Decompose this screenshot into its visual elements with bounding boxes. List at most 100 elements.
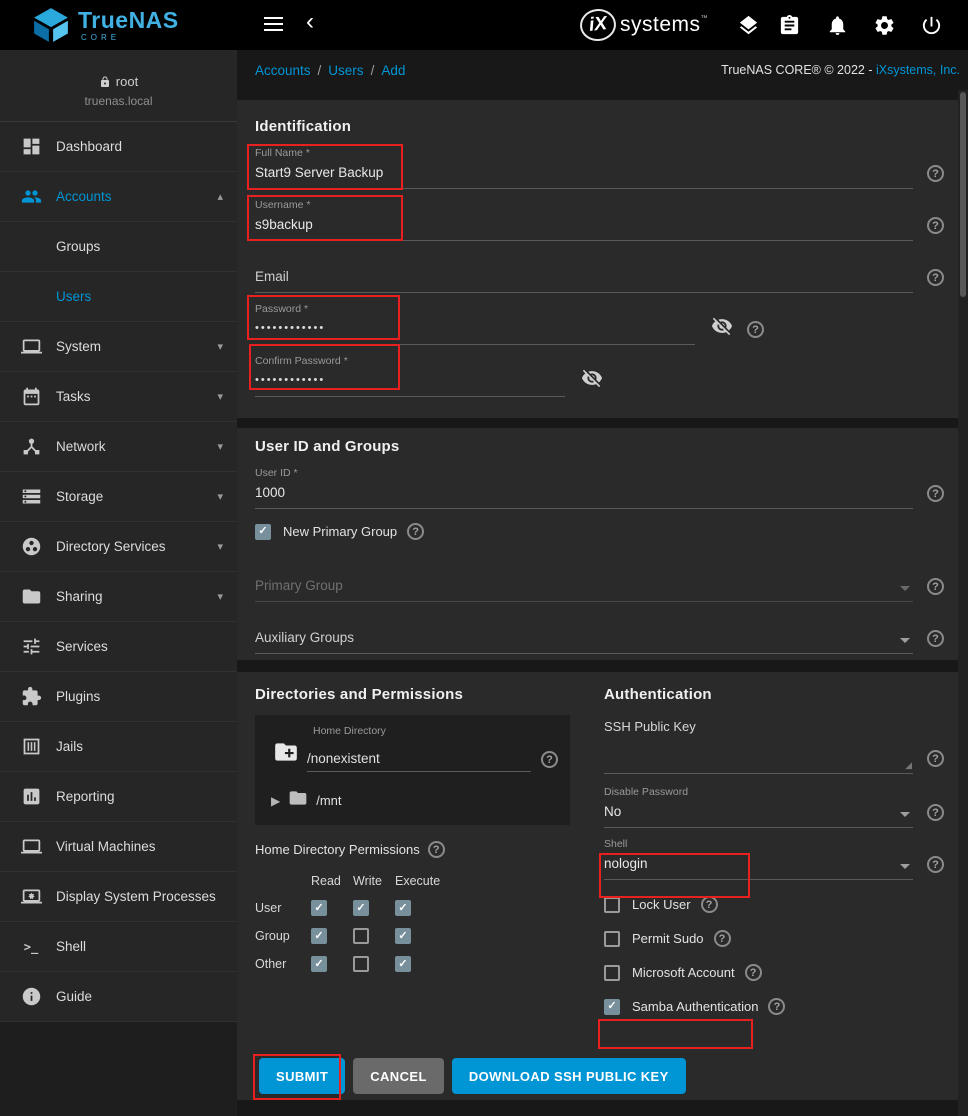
- user-id-field[interactable]: User ID * 1000: [255, 467, 913, 509]
- username-field[interactable]: Username * s9backup: [255, 199, 913, 241]
- form-actions: SUBMIT CANCEL DOWNLOAD SSH PUBLIC KEY: [255, 1058, 950, 1094]
- scrollbar-thumb[interactable]: [960, 92, 966, 297]
- sidebar-item-jails[interactable]: Jails: [0, 722, 237, 772]
- sidebar-item-dashboard[interactable]: Dashboard: [0, 122, 237, 172]
- password-field[interactable]: Password * ••••••••••••: [255, 303, 695, 345]
- expand-arrow-icon[interactable]: ▶: [271, 794, 280, 808]
- eye-off-icon[interactable]: [711, 315, 733, 342]
- sidebar-item-sharing[interactable]: Sharing ▾: [0, 572, 237, 622]
- group-execute-checkbox[interactable]: [395, 928, 411, 944]
- permit-sudo-checkbox[interactable]: [604, 931, 620, 947]
- sidebar-item-reporting[interactable]: Reporting: [0, 772, 237, 822]
- help-icon[interactable]: ?: [927, 630, 944, 647]
- sidebar-item-network[interactable]: Network ▾: [0, 422, 237, 472]
- cancel-button[interactable]: CANCEL: [353, 1058, 444, 1094]
- truenas-logo-icon: [32, 6, 70, 44]
- layers-icon[interactable]: [737, 14, 760, 37]
- notifications-bell-icon[interactable]: [826, 14, 849, 37]
- help-icon[interactable]: ?: [714, 930, 731, 947]
- breadcrumb-accounts[interactable]: Accounts: [255, 63, 311, 78]
- new-folder-icon[interactable]: [273, 739, 299, 770]
- power-icon[interactable]: [920, 14, 943, 37]
- sidebar-item-users[interactable]: Users: [0, 272, 237, 322]
- samba-authentication-checkbox[interactable]: [604, 999, 620, 1015]
- primary-group-select[interactable]: Primary Group: [255, 560, 913, 602]
- sidebar-item-virtual-machines[interactable]: Virtual Machines: [0, 822, 237, 872]
- disable-password-select[interactable]: Disable Password No: [604, 786, 913, 828]
- help-icon[interactable]: ?: [927, 578, 944, 595]
- home-directory-field[interactable]: /nonexistent: [307, 751, 531, 772]
- sidebar-item-accounts[interactable]: Accounts ▴: [0, 172, 237, 222]
- shell-select[interactable]: Shell nologin: [604, 838, 913, 880]
- group-read-checkbox[interactable]: [311, 928, 327, 944]
- chevron-down-icon: [900, 638, 910, 643]
- sidebar-item-display-system-processes[interactable]: Display System Processes: [0, 872, 237, 922]
- help-icon[interactable]: ?: [747, 321, 764, 338]
- microsoft-account-checkbox[interactable]: [604, 965, 620, 981]
- sidebar-item-system[interactable]: System ▾: [0, 322, 237, 372]
- chevron-down-icon: ▾: [217, 390, 223, 403]
- back-chevron-icon[interactable]: ‹: [306, 8, 314, 37]
- sidebar-item-label: Virtual Machines: [56, 839, 223, 854]
- group-write-checkbox[interactable]: [353, 928, 369, 944]
- email-field[interactable]: Email: [255, 251, 913, 293]
- user-id-label: User ID *: [255, 467, 913, 480]
- help-icon[interactable]: ?: [927, 804, 944, 821]
- help-icon[interactable]: ?: [927, 217, 944, 234]
- tree-item-mnt[interactable]: ▶ /mnt: [267, 788, 558, 813]
- other-write-checkbox[interactable]: [353, 956, 369, 972]
- help-icon[interactable]: ?: [745, 964, 762, 981]
- breadcrumb-users[interactable]: Users: [328, 63, 363, 78]
- breadcrumb-add[interactable]: Add: [381, 63, 405, 78]
- sidebar-item-tasks[interactable]: Tasks ▾: [0, 372, 237, 422]
- resize-grip-icon[interactable]: ◢: [905, 760, 912, 771]
- clipboard-icon[interactable]: [778, 14, 801, 37]
- sidebar-item-groups[interactable]: Groups: [0, 222, 237, 272]
- submit-button[interactable]: SUBMIT: [259, 1058, 345, 1094]
- permit-sudo-label: Permit Sudo: [632, 931, 704, 946]
- menu-icon[interactable]: [264, 17, 283, 35]
- directories-column: Directories and Permissions Home Directo…: [255, 686, 570, 1058]
- user-execute-checkbox[interactable]: [395, 900, 411, 916]
- help-icon[interactable]: ?: [428, 841, 445, 858]
- section-title-directories: Directories and Permissions: [255, 686, 570, 703]
- user-read-checkbox[interactable]: [311, 900, 327, 916]
- directories-auth-card: Directories and Permissions Home Directo…: [237, 672, 958, 1100]
- new-primary-group-checkbox[interactable]: [255, 524, 271, 540]
- user-write-checkbox[interactable]: [353, 900, 369, 916]
- lock-user-checkbox[interactable]: [604, 897, 620, 913]
- shell-label: Shell: [604, 838, 913, 851]
- home-directory-value: /nonexistent: [307, 751, 380, 766]
- sidebar-item-directory-services[interactable]: Directory Services ▾: [0, 522, 237, 572]
- help-icon[interactable]: ?: [768, 998, 785, 1015]
- eye-off-icon[interactable]: [581, 367, 603, 394]
- sidebar-item-guide[interactable]: Guide: [0, 972, 237, 1022]
- sidebar-item-shell[interactable]: >_ Shell: [0, 922, 237, 972]
- sidebar-item-storage[interactable]: Storage ▾: [0, 472, 237, 522]
- help-icon[interactable]: ?: [701, 896, 718, 913]
- sidebar-item-label: Services: [56, 639, 223, 654]
- truenas-logo[interactable]: TrueNAS CORE: [32, 6, 179, 44]
- full-name-field[interactable]: Full Name * Start9 Server Backup: [255, 147, 913, 189]
- help-icon[interactable]: ?: [927, 856, 944, 873]
- help-icon[interactable]: ?: [927, 750, 944, 767]
- shell-value: nologin: [604, 855, 913, 872]
- confirm-password-field[interactable]: Confirm Password * ••••••••••••: [255, 355, 565, 397]
- auxiliary-groups-select[interactable]: Auxiliary Groups: [255, 612, 913, 654]
- new-primary-group-label: New Primary Group: [283, 524, 397, 539]
- other-read-checkbox[interactable]: [311, 956, 327, 972]
- download-ssh-key-button[interactable]: DOWNLOAD SSH PUBLIC KEY: [452, 1058, 686, 1094]
- ssh-public-key-textarea[interactable]: ◢: [604, 734, 913, 774]
- other-execute-checkbox[interactable]: [395, 956, 411, 972]
- help-icon[interactable]: ?: [927, 165, 944, 182]
- help-icon[interactable]: ?: [541, 751, 558, 768]
- help-icon[interactable]: ?: [927, 269, 944, 286]
- help-icon[interactable]: ?: [407, 523, 424, 540]
- home-directory-label: Home Directory: [313, 725, 558, 737]
- sidebar-item-plugins[interactable]: Plugins: [0, 672, 237, 722]
- vertical-scrollbar[interactable]: [958, 90, 968, 1116]
- ixsystems-link[interactable]: iXsystems, Inc.: [876, 63, 960, 77]
- settings-gear-icon[interactable]: [873, 14, 896, 37]
- sidebar-item-services[interactable]: Services: [0, 622, 237, 672]
- help-icon[interactable]: ?: [927, 485, 944, 502]
